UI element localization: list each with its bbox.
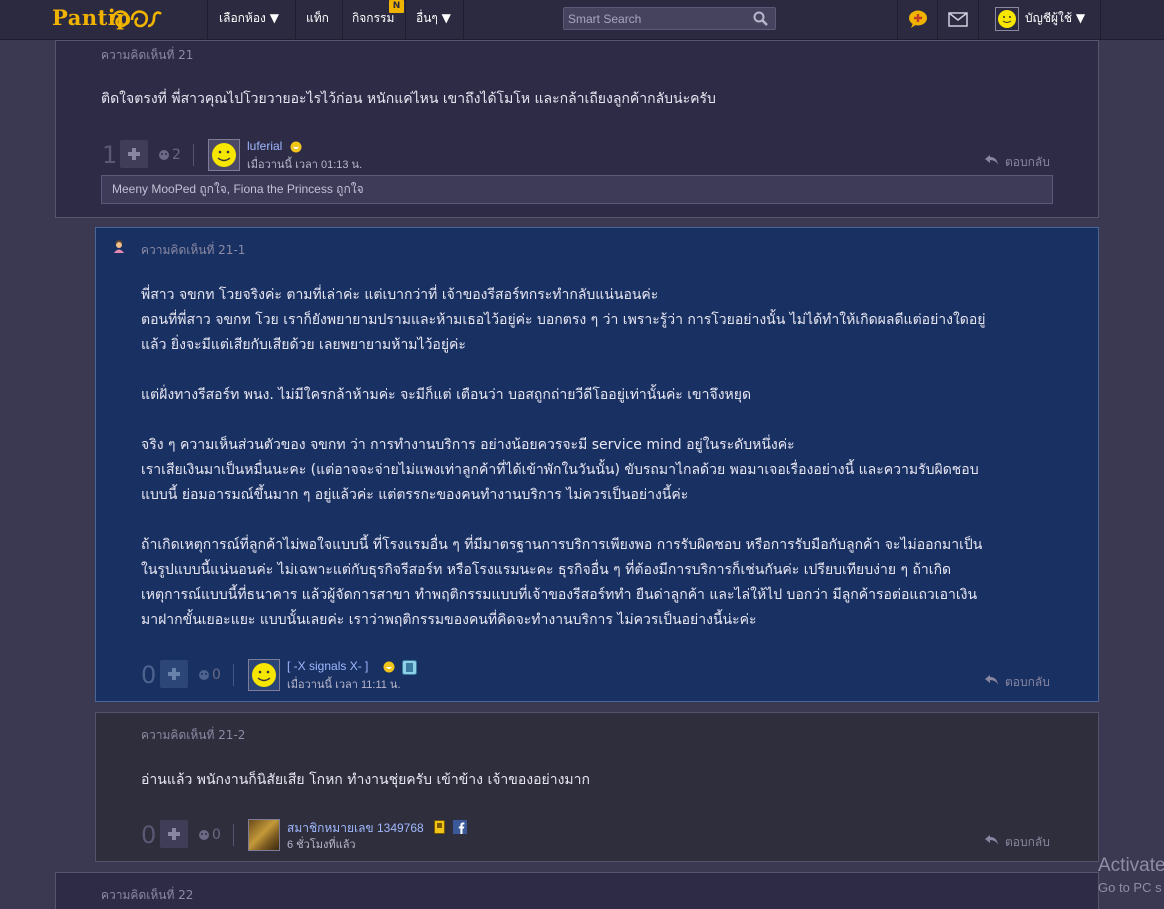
emotion-face-icon bbox=[159, 150, 169, 160]
reply-arrow-icon bbox=[985, 675, 998, 685]
laugh-badge-icon bbox=[290, 141, 302, 153]
comment-title: ความคิดเห็นที่ 21 bbox=[101, 48, 194, 62]
activation-watermark-subtitle: Go to PC s bbox=[1098, 880, 1162, 895]
smart-search bbox=[563, 7, 776, 30]
divider bbox=[233, 824, 234, 846]
avatar[interactable] bbox=[248, 659, 280, 691]
body-line: จริง ๆ ความเห็นส่วนตัวของ จขกท ว่า การทำ… bbox=[141, 437, 795, 453]
vote-plus-button[interactable] bbox=[160, 660, 188, 688]
smiley-avatar-icon bbox=[252, 663, 276, 687]
nav-more[interactable]: อื่นๆ ▼ bbox=[416, 0, 451, 40]
body-line bbox=[141, 408, 1091, 433]
new-badge: N bbox=[389, 0, 404, 13]
account-avatar[interactable] bbox=[995, 7, 1019, 31]
mail-icon bbox=[948, 12, 968, 27]
account-menu[interactable]: บัญชีผู้ใช้ ▼ bbox=[1025, 0, 1085, 40]
avatar[interactable] bbox=[208, 139, 240, 171]
post-time: เมื่อวานนี้ เวลา 11:11 น. bbox=[287, 679, 401, 691]
owner-user-icon bbox=[114, 240, 124, 253]
body-line: ถ้าเกิดเหตุการณ์ที่ลูกค้าไม่พอใจแบบนี้ ท… bbox=[141, 537, 983, 553]
facebook-icon[interactable] bbox=[453, 820, 467, 834]
emotion-count[interactable]: 0 bbox=[198, 665, 221, 685]
comment-title: ความคิดเห็นที่ 21-2 bbox=[141, 728, 246, 742]
body-line: พี่สาว จขกท โวยจริงค่ะ ตามที่เล่าค่ะ แต่… bbox=[141, 287, 659, 303]
vote-count: 1 bbox=[102, 141, 118, 169]
search-icon[interactable] bbox=[753, 11, 769, 27]
body-line bbox=[141, 508, 1091, 533]
emotion-count-value: 0 bbox=[212, 827, 221, 843]
comment-22: ความคิดเห็นที่ 22 bbox=[55, 872, 1099, 909]
id-badge-icon bbox=[434, 820, 445, 834]
messages-button[interactable] bbox=[938, 0, 978, 40]
body-line: เราเสียเงินมาเป็นหมื่นนะคะ (แต่อาจจะจ่าย… bbox=[141, 462, 979, 478]
comment-21-1: ความคิดเห็นที่ 21-1 พี่สาว จขกท โวยจริงค… bbox=[95, 227, 1099, 702]
emotion-face-icon bbox=[199, 670, 209, 680]
user-name[interactable]: [ -X signals X- ] bbox=[287, 659, 368, 673]
top-navigation-bar: Pantip เลือกห้อง ▼ แท็ก กิจกรรม N อื่นๆ … bbox=[0, 0, 1164, 40]
user-name[interactable]: luferial bbox=[247, 139, 282, 153]
comment-title: ความคิดเห็นที่ 22 bbox=[101, 888, 194, 902]
emotion-count[interactable]: 2 bbox=[158, 145, 181, 165]
body-line: เหตุการณ์แบบนี้ที่ธนาคาร แล้วผู้จัดการสา… bbox=[141, 587, 978, 603]
likes-list: Meeny MooPed ถูกใจ, Fiona the Princess ถ… bbox=[101, 175, 1053, 204]
body-line: ในรูปแบบนี้แน่นอนค่ะ ไม่เฉพาะแต่กับธุรกิ… bbox=[141, 562, 952, 578]
chat-plus-icon bbox=[909, 10, 927, 28]
reply-arrow-icon bbox=[985, 155, 998, 165]
reply-label: ตอบกลับ bbox=[1005, 155, 1050, 169]
reply-label: ตอบกลับ bbox=[1005, 675, 1050, 689]
search-input[interactable] bbox=[564, 8, 744, 30]
emotion-count-value: 0 bbox=[212, 667, 221, 683]
reply-link[interactable]: ตอบกลับ bbox=[985, 833, 1050, 852]
post-time: เมื่อวานนี้ เวลา 01:13 น. bbox=[247, 159, 363, 171]
body-line: แต่ฝั่งทางรีสอร์ท พนง. ไม่มีใครกล้าห้ามค… bbox=[141, 387, 752, 403]
reply-arrow-icon bbox=[985, 835, 998, 845]
create-topic-button[interactable] bbox=[898, 0, 938, 40]
body-line: แบบนี้ ย่อมอารมณ์ขึ้นมาก ๆ อยู่แล้วค่ะ แ… bbox=[141, 487, 689, 503]
laugh-badge-icon bbox=[383, 661, 395, 673]
post-time: 6 ชั่วโมงที่แล้ว bbox=[287, 839, 356, 851]
activation-watermark-title: Activate bbox=[1098, 855, 1164, 876]
reply-link[interactable]: ตอบกลับ bbox=[985, 673, 1050, 692]
verified-badge-icon bbox=[402, 660, 417, 675]
vote-plus-button[interactable] bbox=[120, 140, 148, 168]
emotion-face-icon bbox=[199, 830, 209, 840]
comment-body: พี่สาว จขกท โวยจริงค่ะ ตามที่เล่าค่ะ แต่… bbox=[141, 283, 1091, 633]
body-line bbox=[141, 358, 1091, 383]
vote-plus-button[interactable] bbox=[160, 820, 188, 848]
vote-count: 0 bbox=[141, 661, 157, 689]
comment-title: ความคิดเห็นที่ 21-1 bbox=[141, 243, 246, 257]
smiley-avatar-icon bbox=[998, 10, 1016, 28]
avatar[interactable] bbox=[248, 819, 280, 851]
body-line: มาฝากขั้นเยอะแยะ แบบนั้นเลยค่ะ เราว่าพฤต… bbox=[141, 612, 757, 628]
vote-count: 0 bbox=[141, 821, 157, 849]
emotion-count[interactable]: 0 bbox=[198, 825, 221, 845]
nav-tags[interactable]: แท็ก bbox=[306, 0, 329, 40]
reply-label: ตอบกลับ bbox=[1005, 835, 1050, 849]
body-line: แล้ว ยิ่งจะมีแต่เสียกับเสียด้วย เลยพยายา… bbox=[141, 337, 466, 353]
nav-select-room[interactable]: เลือกห้อง ▼ bbox=[219, 0, 279, 40]
body-line: ตอนที่พี่สาว จขกท โวย เราก็ยังพยายามปราม… bbox=[141, 312, 986, 328]
comment-body: ติดใจตรงที่ พี่สาวคุณไปโวยวายอะไรไว้ก่อน… bbox=[101, 91, 716, 107]
comment-body: อ่านแล้ว พนักงานก็นิสัยเสีย โกหก ทำงานชุ… bbox=[141, 772, 590, 788]
reply-link[interactable]: ตอบกลับ bbox=[985, 153, 1050, 172]
comment-21-2: ความคิดเห็นที่ 21-2 อ่านแล้ว พนักงานก็นิ… bbox=[95, 712, 1099, 862]
emotion-count-value: 2 bbox=[172, 147, 181, 163]
smiley-avatar-icon bbox=[212, 143, 236, 167]
divider bbox=[193, 144, 194, 166]
divider bbox=[233, 664, 234, 686]
pantip-logo-mark-icon bbox=[111, 10, 162, 28]
